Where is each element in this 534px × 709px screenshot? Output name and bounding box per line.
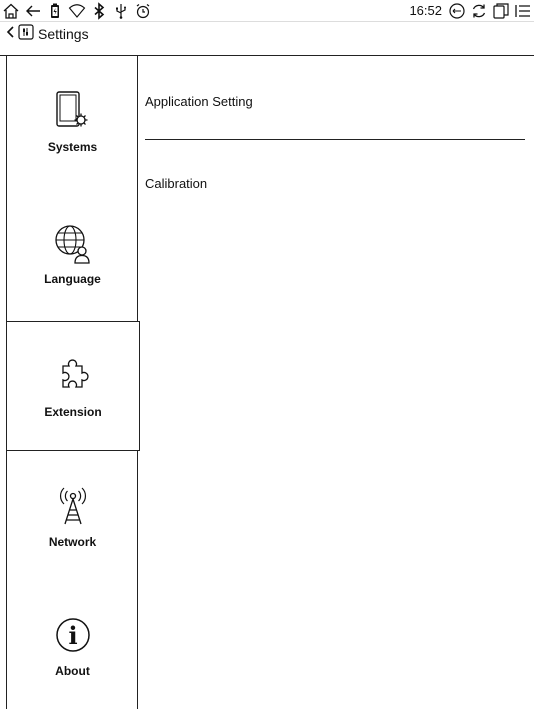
menu-icon[interactable] [514, 2, 532, 20]
settings-app-icon [18, 23, 34, 45]
clock-text: 16:52 [409, 3, 442, 18]
battery-icon [46, 2, 64, 20]
application-setting-item[interactable]: Application Setting [145, 94, 253, 109]
alarm-icon [134, 2, 152, 20]
status-bar: 16:52 [0, 0, 534, 22]
back-arrow-icon[interactable] [24, 2, 42, 20]
sidebar-item-label: Systems [47, 139, 98, 154]
sidebar-item-extension[interactable]: Extension [6, 321, 140, 451]
divider [145, 139, 525, 140]
sync-icon[interactable] [470, 2, 488, 20]
sidebar-item-label: Extension [44, 404, 102, 419]
antenna-icon [51, 484, 95, 533]
sidebar-item-label: About [55, 663, 90, 678]
sidebar-item-label: Language [44, 272, 101, 286]
settings-screen: 16:52 Settings Systems Language Extensio… [0, 0, 534, 709]
page-title: Settings [38, 26, 89, 42]
svg-text:i: i [68, 621, 77, 650]
globe-user-icon [51, 221, 95, 270]
systems-icon [51, 89, 95, 138]
info-icon: i [51, 613, 95, 662]
calibration-item[interactable]: Calibration [145, 176, 207, 191]
refresh-mode-icon[interactable] [448, 2, 466, 20]
chevron-left-icon [4, 24, 16, 45]
sidebar-item-label: Network [48, 534, 97, 549]
home-icon[interactable] [2, 2, 20, 20]
sidebar-item-systems[interactable]: Systems [6, 56, 139, 186]
sidebar-item-language[interactable]: Language [6, 186, 139, 321]
bluetooth-icon [90, 1, 108, 20]
sidebar-item-about[interactable]: i About [6, 581, 139, 709]
sidebar-item-network[interactable]: Network [6, 451, 139, 581]
back-button[interactable]: Settings [0, 23, 89, 45]
multitask-icon[interactable] [492, 2, 510, 20]
settings-content: Application Setting Calibration [138, 56, 534, 709]
puzzle-icon [51, 354, 95, 403]
usb-icon [112, 2, 130, 20]
title-bar: Settings [0, 22, 534, 56]
wifi-icon [68, 2, 86, 20]
settings-sidebar: Systems Language Extension Network i Abo… [6, 56, 140, 709]
